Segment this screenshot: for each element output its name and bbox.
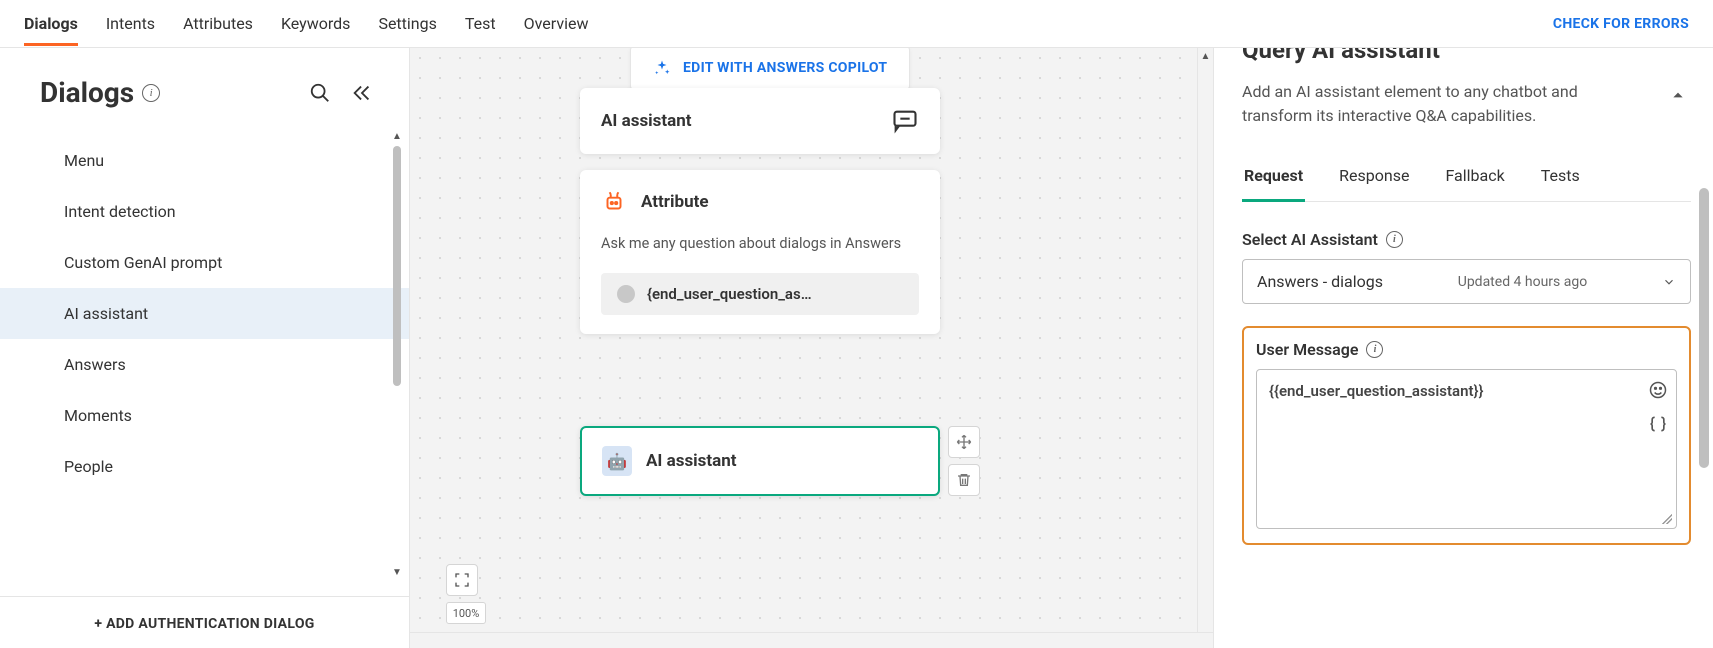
user-message-input[interactable]: {{end_user_question_assistant}}	[1256, 369, 1677, 529]
tab-response[interactable]: Response	[1337, 158, 1411, 202]
tab-dialogs[interactable]: Dialogs	[24, 2, 78, 46]
top-tabs: Dialogs Intents Attributes Keywords Sett…	[24, 2, 588, 46]
tab-test[interactable]: Test	[465, 2, 496, 46]
tab-fallback[interactable]: Fallback	[1443, 158, 1506, 202]
canvas-vertical-scrollbar[interactable]: ▲ ▼	[1197, 48, 1213, 648]
chat-bubble-icon	[891, 107, 919, 135]
tab-tests[interactable]: Tests	[1539, 158, 1582, 202]
tab-intents[interactable]: Intents	[106, 2, 155, 46]
select-assistant-label: Select AI Assistant i	[1242, 230, 1691, 249]
sidebar-title: Dialogs	[40, 76, 134, 109]
move-node-button[interactable]	[948, 426, 980, 458]
braces-icon[interactable]	[1648, 414, 1668, 434]
info-icon[interactable]: i	[1366, 341, 1383, 358]
sidebar-item-ai-assistant[interactable]: AI assistant	[0, 288, 409, 339]
collapse-sidebar-icon[interactable]	[351, 82, 373, 104]
node-description: Ask me any question about dialogs in Ans…	[581, 233, 939, 255]
sidebar: Dialogs i Menu Intent detection Custom G…	[0, 48, 410, 648]
panel-scroll-thumb[interactable]	[1699, 188, 1709, 468]
sidebar-item-menu[interactable]: Menu	[0, 135, 409, 186]
chevron-down-icon	[1662, 275, 1676, 289]
tab-keywords[interactable]: Keywords	[281, 2, 351, 46]
right-panel: Query AI assistant Add an AI assistant e…	[1213, 48, 1713, 648]
panel-tabs: Request Response Fallback Tests	[1242, 158, 1691, 202]
user-message-block: User Message i {{end_user_question_assis…	[1242, 326, 1691, 545]
chip-text: {end_user_question_as…	[647, 285, 812, 303]
canvas[interactable]: EDIT WITH ANSWERS COPILOT AI assistant A…	[410, 48, 1213, 648]
sidebar-scrollbar[interactable]: ▲ ▼	[385, 127, 409, 596]
scroll-thumb[interactable]	[393, 146, 401, 386]
tab-overview[interactable]: Overview	[524, 2, 589, 46]
attribute-icon	[601, 189, 627, 215]
node-title: Attribute	[641, 192, 709, 212]
sidebar-item-moments[interactable]: Moments	[0, 390, 409, 441]
collapse-panel-icon[interactable]	[1671, 88, 1685, 102]
node-actions	[948, 426, 980, 496]
edit-with-copilot-button[interactable]: EDIT WITH ANSWERS COPILOT	[630, 48, 910, 90]
chip-dot-icon	[617, 285, 635, 303]
copilot-label: EDIT WITH ANSWERS COPILOT	[683, 60, 887, 76]
attribute-chip[interactable]: {end_user_question_as…	[601, 273, 919, 315]
node-attribute[interactable]: Attribute Ask me any question about dial…	[580, 170, 940, 334]
canvas-horizontal-scrollbar[interactable]	[410, 632, 1213, 648]
sidebar-item-people[interactable]: People	[0, 441, 409, 492]
scroll-down-icon[interactable]: ▼	[392, 567, 402, 578]
zoom-fit-button[interactable]	[446, 564, 478, 596]
emoji-icon[interactable]	[1648, 380, 1668, 400]
node-ai-assistant-top[interactable]: AI assistant	[580, 88, 940, 154]
ai-avatar-icon: 🤖	[602, 446, 632, 476]
zoom-controls: 100%	[446, 564, 486, 624]
search-icon[interactable]	[309, 82, 331, 104]
node-title: AI assistant	[646, 451, 737, 471]
sidebar-header: Dialogs i	[0, 48, 409, 127]
node-title: AI assistant	[601, 111, 692, 131]
sidebar-item-custom-genai-prompt[interactable]: Custom GenAI prompt	[0, 237, 409, 288]
sparkle-icon	[653, 59, 671, 77]
sidebar-list: Menu Intent detection Custom GenAI promp…	[0, 127, 409, 492]
scroll-up-icon[interactable]: ▲	[1198, 48, 1213, 64]
tab-settings[interactable]: Settings	[378, 2, 436, 46]
user-message-label: User Message i	[1256, 340, 1677, 359]
panel-description: Add an AI assistant element to any chatb…	[1242, 80, 1642, 128]
tab-attributes[interactable]: Attributes	[183, 2, 253, 46]
select-meta: Updated 4 hours ago	[1458, 274, 1587, 290]
select-value: Answers - dialogs	[1257, 272, 1383, 291]
tab-request[interactable]: Request	[1242, 158, 1305, 202]
check-errors-button[interactable]: CHECK FOR ERRORS	[1553, 16, 1689, 32]
resize-handle[interactable]	[1662, 514, 1672, 524]
panel-title: Query AI assistant	[1242, 48, 1691, 64]
assistant-select[interactable]: Answers - dialogs Updated 4 hours ago	[1242, 259, 1691, 304]
sidebar-item-answers[interactable]: Answers	[0, 339, 409, 390]
scroll-up-icon[interactable]: ▲	[392, 131, 402, 142]
zoom-level[interactable]: 100%	[446, 602, 486, 624]
info-icon[interactable]: i	[142, 84, 160, 102]
user-message-value: {{end_user_question_assistant}}	[1269, 382, 1636, 400]
sidebar-footer: + ADD AUTHENTICATION DIALOG	[0, 596, 409, 648]
top-nav: Dialogs Intents Attributes Keywords Sett…	[0, 0, 1713, 48]
node-ai-assistant-selected[interactable]: 🤖 AI assistant	[580, 426, 940, 496]
info-icon[interactable]: i	[1386, 231, 1403, 248]
delete-node-button[interactable]	[948, 464, 980, 496]
add-auth-dialog-button[interactable]: + ADD AUTHENTICATION DIALOG	[94, 616, 314, 632]
sidebar-item-intent-detection[interactable]: Intent detection	[0, 186, 409, 237]
